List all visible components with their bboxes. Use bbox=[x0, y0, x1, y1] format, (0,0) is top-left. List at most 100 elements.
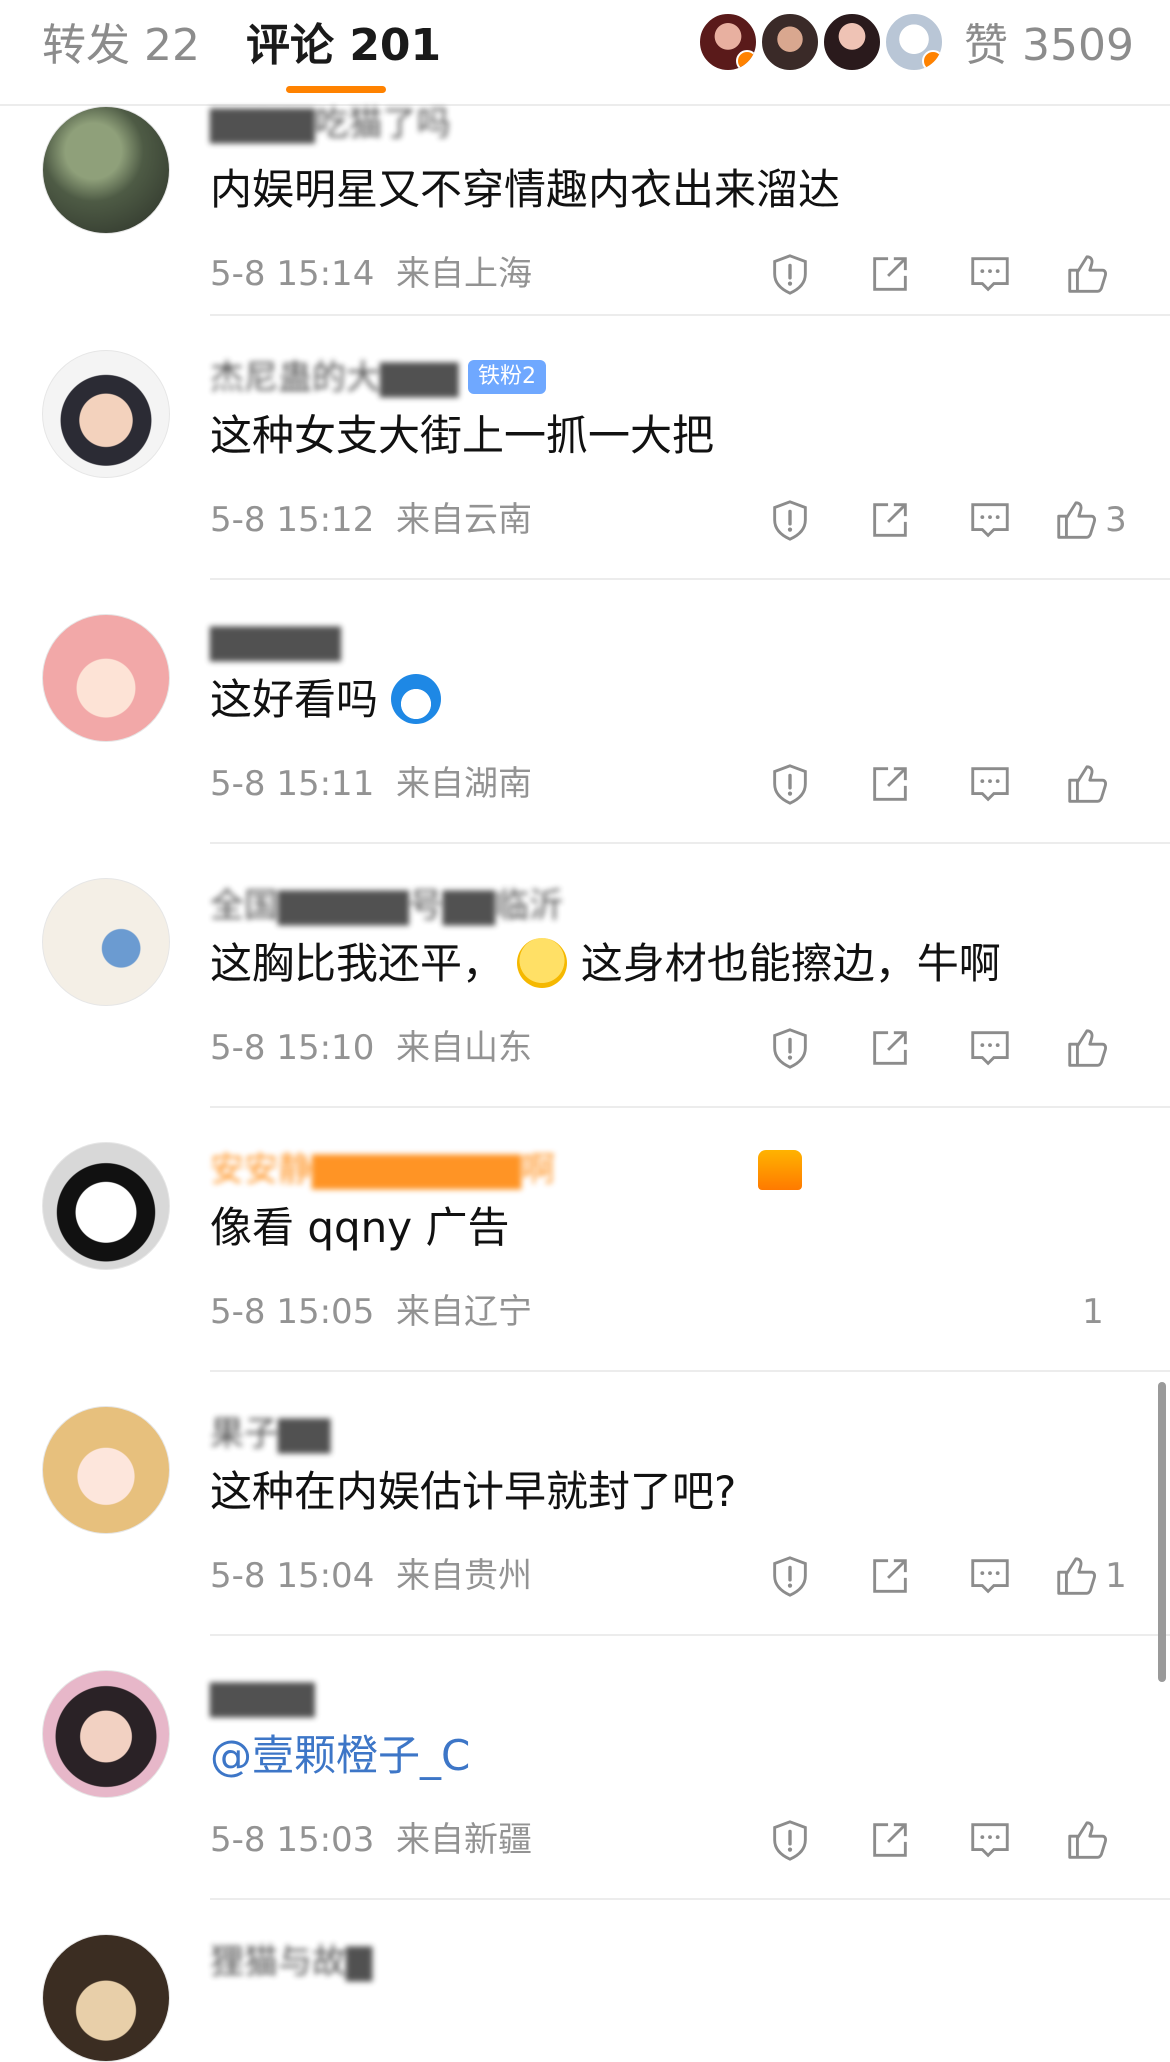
like-button[interactable]: 3 bbox=[1040, 492, 1140, 548]
report-button[interactable] bbox=[740, 1548, 840, 1604]
comment-item: 安安静▇▇▇▇▇▇▇▇啊 像看 qqny 广告 5-8 15:05 来自辽宁 1 bbox=[0, 1106, 1170, 1370]
reply-button[interactable] bbox=[940, 492, 1040, 548]
repost-button[interactable] bbox=[840, 492, 940, 548]
reply-button[interactable] bbox=[940, 1020, 1040, 1076]
comment-text: 这好看吗 bbox=[210, 672, 442, 728]
comment-meta: 5-8 15:12 来自云南 bbox=[210, 498, 532, 542]
comment-actions bbox=[740, 246, 1140, 302]
comment-text-after: 这身材也能擦边，牛啊 bbox=[580, 939, 1001, 988]
like-button[interactable] bbox=[1040, 246, 1140, 302]
comment-username[interactable]: 全国▇▇▇▇▇号▇▇临沂 bbox=[210, 886, 563, 926]
repost-button[interactable] bbox=[840, 1548, 940, 1604]
comment-time: 5-8 15:14 bbox=[210, 254, 375, 294]
comment-icon bbox=[971, 767, 1009, 802]
reply-button[interactable] bbox=[940, 756, 1040, 812]
avatar bbox=[822, 12, 882, 72]
divider bbox=[210, 314, 1170, 316]
avatar[interactable] bbox=[42, 1406, 170, 1534]
share-icon bbox=[873, 1823, 907, 1857]
avatar[interactable] bbox=[42, 1934, 170, 2062]
like-button[interactable]: 1 bbox=[1040, 1548, 1140, 1604]
avatar bbox=[698, 12, 758, 72]
like-button[interactable] bbox=[1040, 1020, 1140, 1076]
share-icon bbox=[873, 503, 907, 537]
avatar[interactable] bbox=[42, 350, 170, 478]
comment-location: 来自贵州 bbox=[395, 1556, 532, 1596]
warning-shield-icon bbox=[773, 1820, 807, 1861]
report-button[interactable] bbox=[740, 1020, 840, 1076]
thumbs-up-icon bbox=[1068, 1029, 1107, 1067]
comment-location: 来自云南 bbox=[395, 500, 532, 540]
divider bbox=[210, 1106, 1170, 1108]
comment-username[interactable]: ▇▇▇▇吃猫了吗 bbox=[210, 104, 451, 144]
comment-text-before: 这胸比我还平， bbox=[210, 939, 505, 988]
repost-button[interactable] bbox=[840, 1020, 940, 1076]
comments-header: 转发 22 评论 201 赞 3509 bbox=[0, 0, 1170, 106]
comment-actions: 1 bbox=[740, 1548, 1140, 1604]
like-count: 1 bbox=[1082, 1292, 1104, 1332]
report-button[interactable] bbox=[740, 492, 840, 548]
comment-username[interactable]: ▇▇▇▇ bbox=[210, 1678, 315, 1718]
warning-shield-icon bbox=[773, 1028, 807, 1069]
tab-comments[interactable]: 评论 201 bbox=[246, 18, 441, 74]
comment-time: 5-8 15:03 bbox=[210, 1820, 375, 1860]
reply-button[interactable] bbox=[940, 1548, 1040, 1604]
comment-time: 5-8 15:12 bbox=[210, 500, 375, 540]
comment-text-content: 这好看吗 bbox=[210, 675, 379, 724]
comment-text: 这种女支大街上一抓一大把 bbox=[210, 411, 715, 460]
avatar[interactable] bbox=[42, 614, 170, 742]
comment-username[interactable]: ▇▇▇▇▇ bbox=[210, 622, 341, 662]
warning-shield-icon bbox=[773, 254, 807, 295]
comment-time: 5-8 15:05 bbox=[210, 1292, 375, 1332]
repost-button[interactable] bbox=[840, 756, 940, 812]
avatar[interactable] bbox=[42, 1142, 170, 1270]
like-count: 3 bbox=[1105, 500, 1127, 540]
divider bbox=[210, 578, 1170, 580]
like-button[interactable] bbox=[1040, 1812, 1140, 1868]
reply-button[interactable] bbox=[940, 246, 1040, 302]
comment-icon bbox=[971, 257, 1009, 292]
comment-actions bbox=[740, 756, 1140, 812]
comment-location: 来自辽宁 bbox=[395, 1292, 532, 1332]
comment-icon bbox=[971, 1559, 1009, 1594]
like-button[interactable]: 1 bbox=[1040, 1284, 1140, 1340]
comment-username[interactable]: 果子▇▇ bbox=[210, 1414, 330, 1454]
comment-actions bbox=[740, 1020, 1140, 1076]
reply-button[interactable] bbox=[940, 1812, 1040, 1868]
thumbs-up-icon bbox=[1068, 765, 1107, 803]
report-button[interactable] bbox=[740, 246, 840, 302]
comment-meta: 5-8 15:14 来自上海 bbox=[210, 252, 532, 296]
comment-item: 狸猫与故▇ bbox=[0, 1898, 1170, 2062]
divider bbox=[210, 1370, 1170, 1372]
report-button[interactable] bbox=[740, 1812, 840, 1868]
doraemon-emoji-icon bbox=[391, 674, 442, 724]
comment-text: 内娱明星又不穿情趣内衣出来溜达 bbox=[210, 165, 841, 214]
avatar[interactable] bbox=[42, 1670, 170, 1798]
scrollbar[interactable] bbox=[1158, 1382, 1166, 1682]
comment-actions bbox=[740, 1812, 1140, 1868]
avatar bbox=[760, 12, 820, 72]
comment-time: 5-8 15:10 bbox=[210, 1028, 375, 1068]
divider bbox=[210, 1634, 1170, 1636]
active-tab-indicator bbox=[286, 86, 386, 93]
comment-text: 像看 qqny 广告 bbox=[210, 1203, 510, 1252]
comment-time: 5-8 15:04 bbox=[210, 1556, 375, 1596]
likes-total[interactable]: 赞 3509 bbox=[964, 18, 1134, 74]
comment-username[interactable]: 杰尼蛊的大▇▇▇ bbox=[210, 358, 458, 398]
like-button[interactable] bbox=[1040, 756, 1140, 812]
avatar[interactable] bbox=[42, 106, 170, 234]
report-button[interactable] bbox=[740, 756, 840, 812]
mention-link[interactable]: @壹颗橙子_C bbox=[210, 1728, 470, 1784]
repost-button[interactable] bbox=[840, 246, 940, 302]
warning-shield-icon bbox=[773, 1556, 807, 1597]
comment-username[interactable]: 安安静▇▇▇▇▇▇▇▇啊 bbox=[210, 1150, 555, 1190]
comment-text: 这胸比我还平， 这身材也能擦边，牛啊 bbox=[210, 936, 1001, 992]
tab-repost[interactable]: 转发 22 bbox=[42, 18, 200, 74]
comment-icon bbox=[971, 1031, 1009, 1066]
comment-actions: 3 bbox=[740, 492, 1140, 548]
comment-text: 这种在内娱估计早就封了吧? bbox=[210, 1467, 737, 1516]
warning-shield-icon bbox=[773, 500, 807, 541]
avatar[interactable] bbox=[42, 878, 170, 1006]
comment-username[interactable]: 狸猫与故▇ bbox=[210, 1942, 372, 1982]
repost-button[interactable] bbox=[840, 1812, 940, 1868]
